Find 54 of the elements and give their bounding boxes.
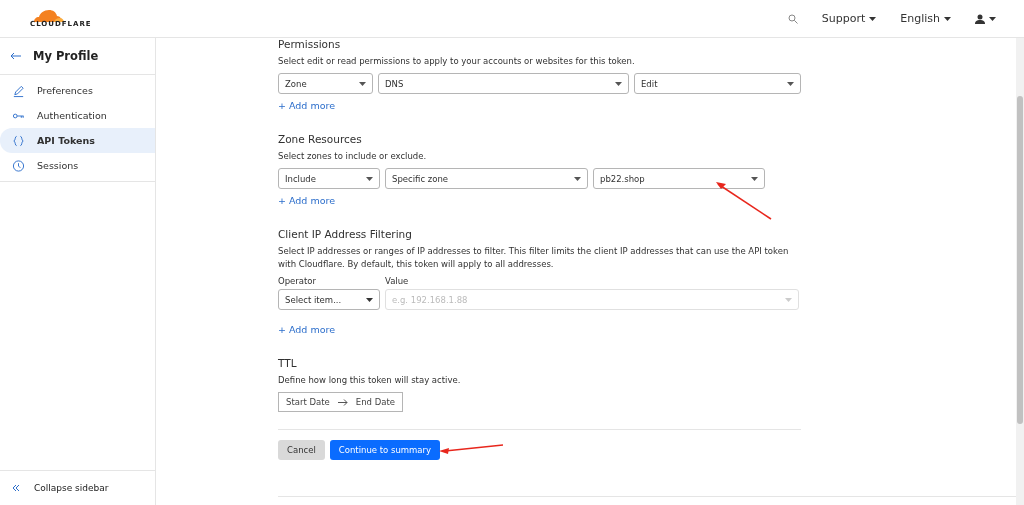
section-description: Define how long this token will stay active. — [278, 374, 462, 387]
user-menu[interactable] — [975, 13, 996, 24]
select-field[interactable]: pb22.shop — [593, 168, 765, 189]
section-title: Permissions — [278, 38, 342, 50]
section-title: Zone Resources — [278, 133, 363, 145]
select-field[interactable]: DNS — [378, 73, 629, 94]
section-title: Client IP Address Filtering — [278, 228, 413, 240]
sidebar-item[interactable]: API Tokens — [0, 128, 155, 153]
caret-icon — [615, 81, 622, 86]
user-icon — [975, 13, 985, 24]
caret-icon — [869, 16, 877, 21]
section-description: Select zones to include or exclude. — [278, 150, 428, 163]
collapse-sidebar-link[interactable]: Collapse sidebar — [0, 470, 155, 505]
select-field[interactable]: Include — [278, 168, 380, 189]
select-field[interactable]: Specific zone — [385, 168, 588, 189]
sidebar-item[interactable]: Preferences — [0, 78, 155, 103]
field-label: Value — [385, 276, 409, 286]
caret-icon — [989, 16, 996, 21]
caret-icon — [944, 16, 951, 21]
annotation-arrow — [716, 182, 772, 220]
continue-button[interactable]: Continue to summary — [329, 440, 441, 460]
sidebar-item[interactable]: Authentication — [0, 103, 155, 128]
add-more-link[interactable]: + Add more — [278, 195, 335, 206]
sidebar-title: My Profile — [33, 49, 99, 63]
cancel-button[interactable]: Cancel — [278, 440, 325, 460]
date-range-field[interactable]: Start Date End Date — [278, 392, 403, 412]
back-arrow-icon[interactable] — [10, 52, 21, 60]
caret-icon — [751, 176, 758, 181]
double-chevron-icon — [12, 484, 20, 492]
scrollbar[interactable] — [1016, 38, 1024, 505]
operator-select[interactable]: Select item... — [278, 289, 380, 310]
add-more-link[interactable]: + Add more — [278, 100, 335, 111]
section-title: TTL — [278, 357, 298, 369]
caret-icon — [785, 297, 792, 302]
menu-dropdown[interactable]: English — [900, 12, 951, 25]
select-field[interactable]: Zone — [278, 73, 373, 94]
caret-icon — [366, 176, 373, 181]
braces-icon — [12, 133, 25, 148]
clock-icon — [12, 158, 25, 173]
field-label: Operator — [278, 276, 318, 286]
annotation-arrow — [439, 443, 504, 455]
caret-icon — [359, 81, 366, 86]
add-more-link[interactable]: + Add more — [278, 324, 335, 335]
caret-icon — [574, 176, 581, 181]
sidebar-item[interactable]: Sessions — [0, 153, 155, 178]
pen-icon — [12, 83, 25, 98]
menu-dropdown[interactable]: Support — [821, 12, 877, 25]
caret-icon — [366, 297, 373, 302]
select-field[interactable]: Edit — [634, 73, 801, 94]
section-description: Select IP addresses or ranges of IP addresses to filter. This filter limits the client IP addresses that can use the API token with Cloudflare. By default, this token will apply to all addresses. — [278, 245, 790, 271]
section-description: Select edit or read permissions to apply to your accounts or websites for this token. — [278, 55, 636, 68]
caret-icon — [787, 81, 794, 86]
search-icon[interactable] — [787, 13, 798, 24]
arrow-right-icon — [337, 398, 348, 406]
